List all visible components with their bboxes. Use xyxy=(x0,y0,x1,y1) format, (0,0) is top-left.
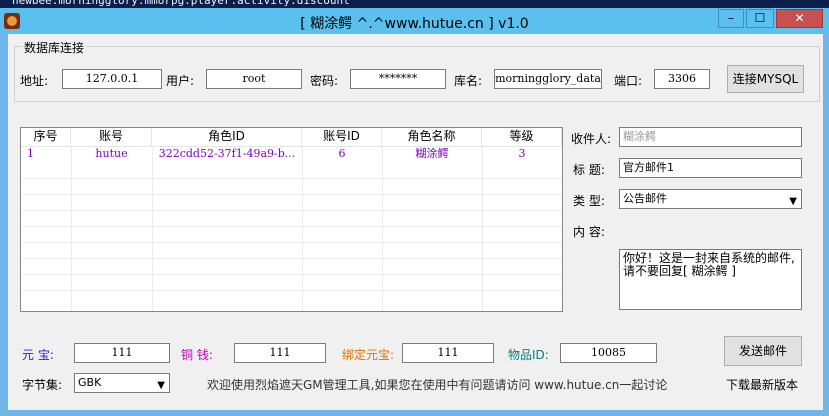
cell-role-id: 322cdd52-37f1-49a9-b... xyxy=(158,147,296,160)
window-title: [ 糊涂鳄 ^.^www.hutue.cn ] v1.0 xyxy=(300,16,529,32)
chevron-down-icon: ▼ xyxy=(789,196,797,207)
close-button[interactable]: ✕ xyxy=(776,9,823,28)
charset-select[interactable]: GBK ▼ xyxy=(74,373,170,393)
user-input[interactable]: root xyxy=(206,69,302,89)
title-bar[interactable]: [ 糊涂鳄 ^.^www.hutue.cn ] v1.0 – ☐ ✕ xyxy=(0,8,829,34)
yuanbao-input[interactable]: 111 xyxy=(74,343,170,363)
tongqian-label: 铜 钱: xyxy=(181,348,213,362)
mail-type-select[interactable]: 公告邮件 ▼ xyxy=(619,189,802,209)
col-header[interactable]: 账号ID xyxy=(302,128,382,146)
itemid-input[interactable]: 10085 xyxy=(560,343,657,363)
cell-account: hutue xyxy=(95,147,128,160)
cell-role-name: 糊涂鳄 xyxy=(415,147,449,160)
background-console-text: newbee.morningglory.mmorpg.player.activi… xyxy=(0,0,829,8)
mail-type-label: 类 型: xyxy=(573,194,605,208)
col-header[interactable]: 等级 xyxy=(482,128,562,146)
pwd-input[interactable]: ******* xyxy=(350,69,446,89)
cell-account-id: 6 xyxy=(338,147,346,160)
minimize-button[interactable]: – xyxy=(718,9,744,28)
table-header: 序号 账号 角色ID 账号ID 角色名称 等级 xyxy=(21,128,562,147)
addr-label: 地址: xyxy=(20,74,49,88)
recipient-label: 收件人: xyxy=(571,132,612,146)
yuanbao-label: 元 宝: xyxy=(22,348,54,362)
dbname-label: 库名: xyxy=(454,74,483,88)
col-header[interactable]: 账号 xyxy=(71,128,152,146)
mail-title-input[interactable]: 官方邮件1 xyxy=(619,158,802,178)
itemid-label: 物品ID: xyxy=(508,348,549,362)
addr-input[interactable]: 127.0.0.1 xyxy=(62,69,162,89)
mail-type-value: 公告邮件 xyxy=(623,192,667,205)
bind-yuanbao-label: 绑定元宝: xyxy=(342,348,395,362)
cell-level: 3 xyxy=(518,147,526,160)
download-latest-link[interactable]: 下载最新版本 xyxy=(726,376,798,393)
cell-index: 1 xyxy=(27,147,34,160)
welcome-text: 欢迎使用烈焰遮天GM管理工具,如果您在使用中有问题请访问 www.hutue.c… xyxy=(207,378,668,392)
pwd-label: 密码: xyxy=(310,74,339,88)
dbname-input[interactable]: morningglory_data xyxy=(494,69,602,89)
connect-mysql-button[interactable]: 连接MYSQL xyxy=(727,65,804,93)
mail-content-textarea[interactable]: 你好！这是一封来自系统的邮件,请不要回复[ 糊涂鳄 ] xyxy=(619,249,802,310)
recipient-input[interactable]: 糊涂鳄 xyxy=(619,127,802,147)
mail-title-label: 标 题: xyxy=(573,163,605,177)
charset-label: 字节集: xyxy=(22,378,63,392)
col-header[interactable]: 序号 xyxy=(21,128,71,146)
user-label: 用户: xyxy=(166,74,195,88)
charset-value: GBK xyxy=(78,376,102,389)
maximize-button[interactable]: ☐ xyxy=(746,9,774,28)
col-header[interactable]: 角色ID xyxy=(152,128,302,146)
bind-yuanbao-input[interactable]: 111 xyxy=(402,343,494,363)
db-group-title: 数据库连接 xyxy=(22,39,87,56)
send-mail-button[interactable]: 发送邮件 xyxy=(724,336,802,366)
mail-content-label: 内 容: xyxy=(573,225,605,239)
col-header[interactable]: 角色名称 xyxy=(382,128,482,146)
table-row[interactable]: 1 hutue 322cdd52-37f1-49a9-b... 6 糊涂鳄 3 xyxy=(21,146,562,162)
player-table[interactable]: 序号 账号 角色ID 账号ID 角色名称 等级 1 hutue 322cdd52… xyxy=(20,127,563,312)
chevron-down-icon: ▼ xyxy=(157,380,165,391)
port-input[interactable]: 3306 xyxy=(654,69,710,89)
main-panel: 数据库连接 地址: 127.0.0.1 用户: root 密码: *******… xyxy=(8,34,823,410)
tongqian-input[interactable]: 111 xyxy=(234,343,326,363)
port-label: 端口: xyxy=(614,74,643,88)
